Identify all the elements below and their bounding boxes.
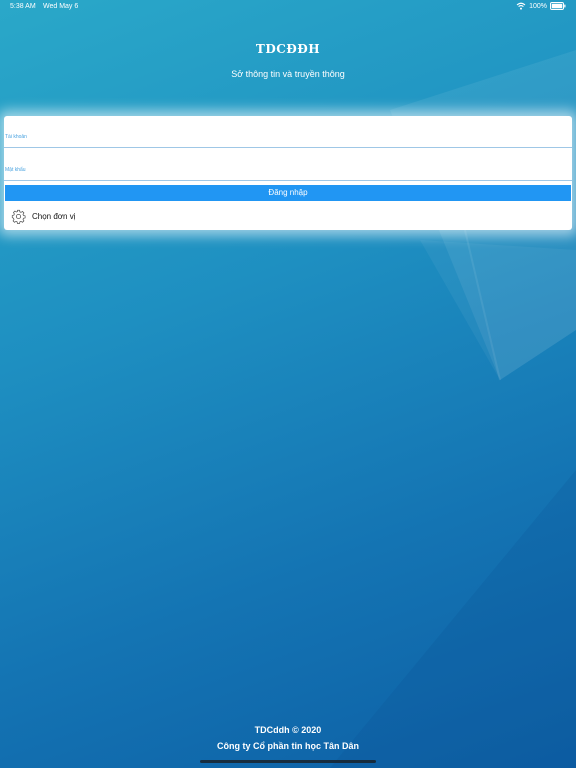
footer-company: Công ty Cổ phần tin học Tân Dân: [217, 741, 359, 751]
wifi-icon: [516, 2, 526, 10]
home-indicator[interactable]: [200, 760, 376, 763]
app-title: TDCĐĐH: [255, 42, 321, 56]
status-indicators: 100%: [516, 2, 566, 10]
login-card: Tài khoản Mật khẩu Đăng nhập Chọn đơn vị: [4, 116, 572, 230]
login-button[interactable]: Đăng nhập: [5, 185, 571, 201]
username-input[interactable]: [4, 116, 572, 147]
battery-icon: [550, 2, 566, 10]
gear-icon: [11, 209, 26, 224]
select-unit-label: Chọn đơn vị: [32, 212, 76, 221]
status-date: Wed May 6: [43, 3, 79, 10]
footer-copyright: TDCddh © 2020: [254, 725, 322, 735]
password-input[interactable]: [4, 149, 572, 180]
status-time: 5:38 AM: [10, 3, 36, 10]
app-subtitle: Sở thông tin và truyền thông: [231, 69, 345, 79]
battery-percent: 100%: [529, 2, 547, 10]
status-bar: 5:38 AM Wed May 6 100%: [0, 0, 576, 14]
password-field[interactable]: Mật khẩu: [4, 149, 572, 181]
select-unit-button[interactable]: Chọn đơn vị: [4, 206, 572, 226]
username-field[interactable]: Tài khoản: [4, 116, 572, 148]
